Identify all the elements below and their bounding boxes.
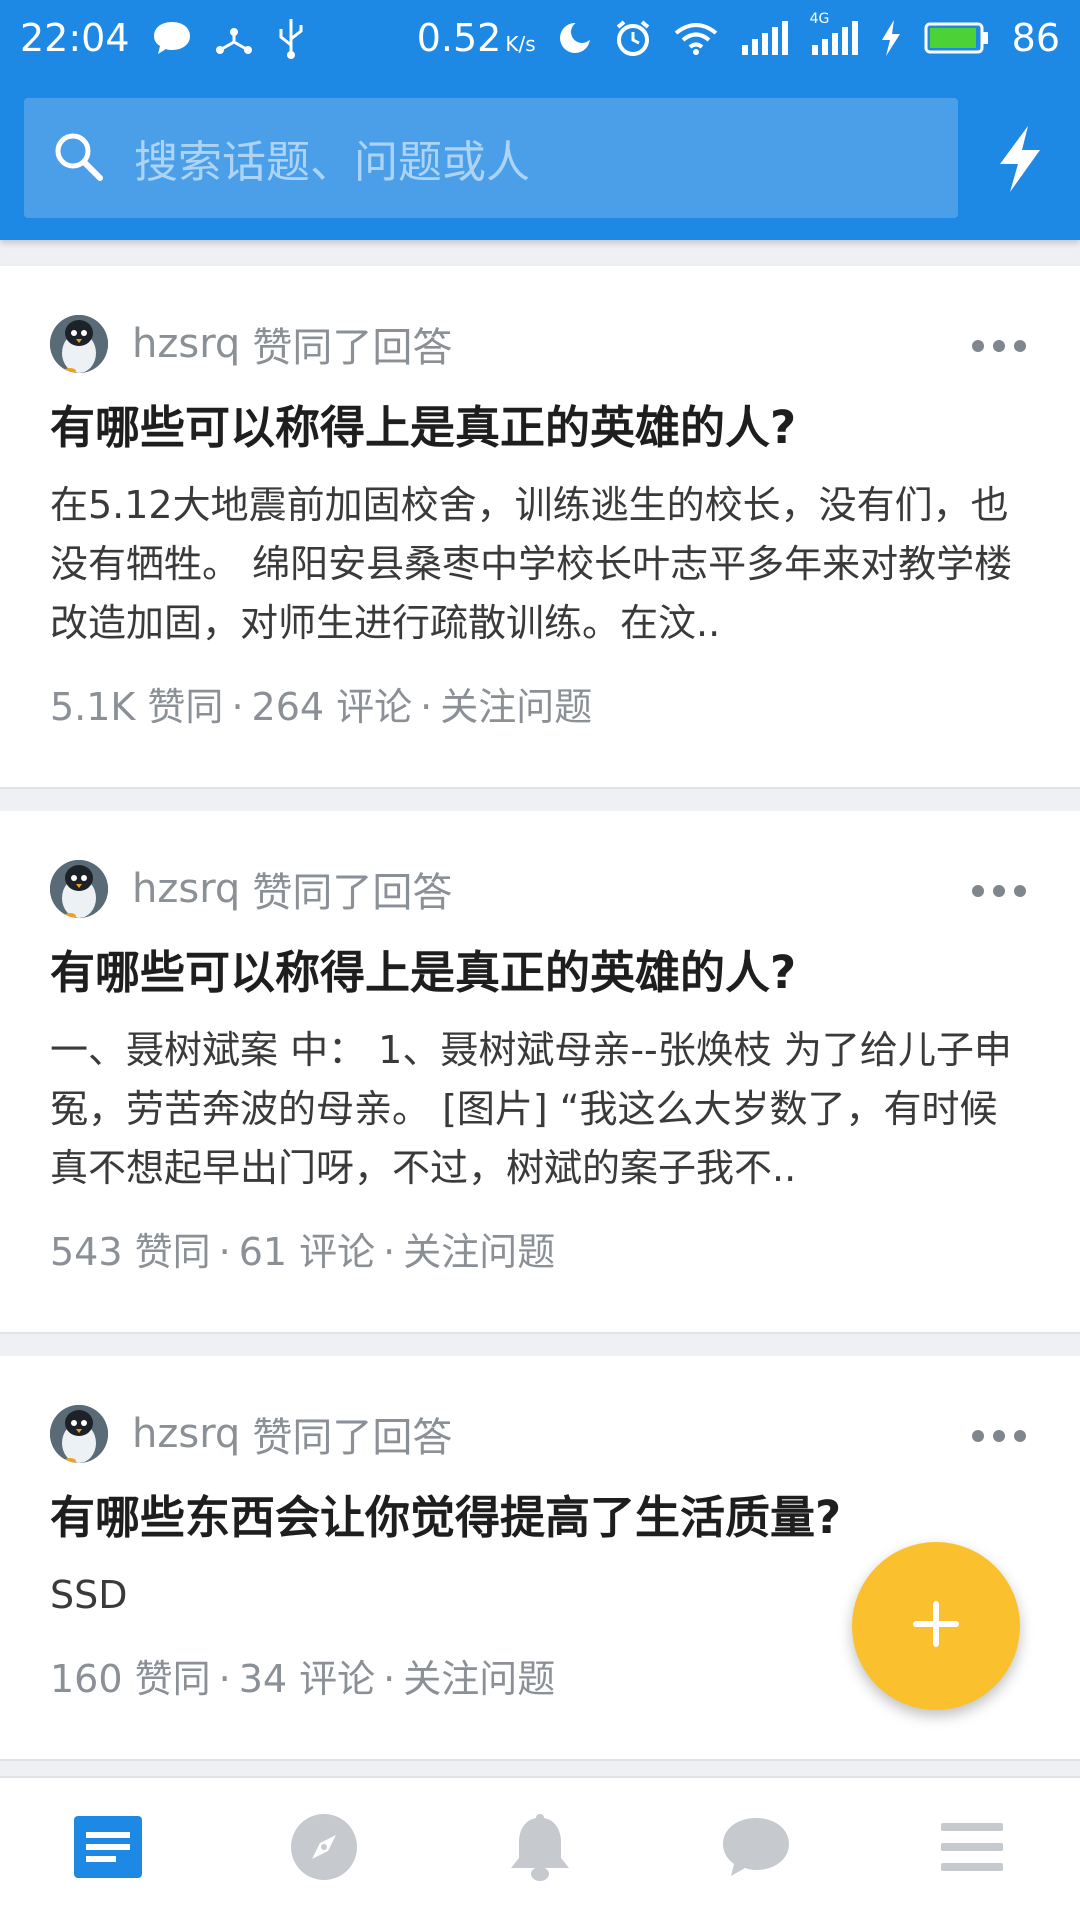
status-time: 22:04 — [20, 16, 130, 60]
usb-icon — [276, 17, 306, 59]
feed-card[interactable]: hzsrq 赞同了回答 有哪些可以称得上是真正的英雄的人? 在5.12大地震前加… — [0, 266, 1080, 789]
bell-icon — [509, 1812, 571, 1886]
signal-4g-icon: 4G — [810, 11, 858, 55]
tab-more[interactable] — [912, 1789, 1032, 1909]
tab-explore[interactable] — [264, 1789, 384, 1909]
search-icon — [52, 130, 104, 186]
card-meta: hzsrq 赞同了回答 — [50, 1404, 1030, 1464]
compass-icon — [290, 1813, 358, 1885]
like-count: 543 赞同 — [50, 1230, 211, 1274]
follow-question-link[interactable]: 关注问题 — [403, 1657, 555, 1701]
separator: · — [231, 685, 244, 729]
separator: · — [383, 1230, 396, 1274]
battery-level: 86 — [1011, 16, 1060, 60]
more-options-button[interactable] — [972, 334, 1026, 358]
chat-notification-icon — [152, 20, 192, 56]
more-dot-icon — [972, 340, 984, 352]
search-input[interactable]: 搜索话题、问题或人 — [24, 98, 958, 218]
comment-count[interactable]: 61 评论 — [239, 1230, 375, 1274]
charging-icon — [880, 20, 902, 56]
feed-card[interactable]: hzsrq 赞同了回答 有哪些可以称得上是真正的英雄的人? 一、聂树斌案 中： … — [0, 811, 1080, 1334]
net-type-label: 4G — [809, 11, 830, 27]
username[interactable]: hzsrq — [132, 866, 240, 912]
separator: · — [420, 685, 433, 729]
alarm-icon — [614, 19, 652, 57]
net-speed: 0.52 K/s — [416, 16, 536, 60]
card-meta: hzsrq 赞同了回答 — [50, 859, 1030, 919]
activity-label: 赞同了回答 — [252, 1415, 453, 1461]
avatar[interactable] — [50, 860, 108, 918]
lightning-button[interactable] — [988, 124, 1052, 198]
search-placeholder: 搜索话题、问题或人 — [134, 137, 530, 188]
battery-icon — [924, 22, 990, 54]
bottom-nav — [0, 1776, 1080, 1920]
activity-label: 赞同了回答 — [252, 325, 453, 371]
username[interactable]: hzsrq — [132, 1411, 240, 1457]
tab-feed[interactable] — [48, 1789, 168, 1909]
like-count: 160 赞同 — [50, 1657, 211, 1701]
separator: · — [218, 1657, 231, 1701]
activity-label: 赞同了回答 — [252, 870, 453, 916]
status-right: 0.52 K/s 4G 86 — [416, 11, 1060, 60]
more-dot-icon — [993, 1430, 1005, 1442]
avatar[interactable] — [50, 315, 108, 373]
more-dot-icon — [1014, 1430, 1026, 1442]
separator: · — [218, 1230, 231, 1274]
more-dot-icon — [1014, 340, 1026, 352]
add-button[interactable] — [852, 1542, 1020, 1710]
tab-notifications[interactable] — [480, 1789, 600, 1909]
status-bar: 22:04 0.52 K/s 4G 86 — [0, 0, 1080, 76]
more-dot-icon — [1014, 885, 1026, 897]
feed-icon — [74, 1816, 142, 1882]
card-stats: 543 赞同 · 61 评论 · 关注问题 — [50, 1222, 1030, 1282]
menu-icon — [941, 1821, 1003, 1877]
username[interactable]: hzsrq — [132, 321, 240, 367]
comment-count[interactable]: 34 评论 — [239, 1657, 375, 1701]
chat-icon — [721, 1816, 791, 1882]
more-dot-icon — [972, 885, 984, 897]
question-title[interactable]: 有哪些可以称得上是真正的英雄的人? — [50, 945, 1030, 1001]
more-options-button[interactable] — [972, 879, 1026, 903]
question-title[interactable]: 有哪些可以称得上是真正的英雄的人? — [50, 400, 1030, 456]
status-left: 22:04 — [20, 16, 306, 60]
plus-icon — [912, 1600, 960, 1652]
answer-excerpt[interactable]: 一、聂树斌案 中： 1、聂树斌母亲--张焕枝 为了给儿子申冤，劳苦奔波的母亲。 … — [50, 1021, 1030, 1198]
follow-question-link[interactable]: 关注问题 — [440, 685, 592, 729]
top-bar: 22:04 0.52 K/s 4G 86 搜索话题、问题或人 — [0, 0, 1080, 240]
more-options-button[interactable] — [972, 1424, 1026, 1448]
card-stats: 5.1K 赞同 · 264 评论 · 关注问题 — [50, 677, 1030, 737]
moon-icon — [558, 21, 592, 55]
more-dot-icon — [972, 1430, 984, 1442]
wifi-icon — [674, 21, 718, 55]
answer-excerpt[interactable]: 在5.12大地震前加固校舍，训练逃生的校长，没有们，也没有牺牲。 绵阳安县桑枣中… — [50, 476, 1030, 653]
more-dot-icon — [993, 340, 1005, 352]
avatar[interactable] — [50, 1405, 108, 1463]
separator: · — [383, 1657, 396, 1701]
card-meta: hzsrq 赞同了回答 — [50, 314, 1030, 374]
more-dot-icon — [993, 885, 1005, 897]
signal-icon — [740, 21, 788, 55]
share-icon — [214, 18, 254, 58]
like-count: 5.1K 赞同 — [50, 685, 224, 729]
question-title[interactable]: 有哪些东西会让你觉得提高了生活质量? — [50, 1490, 1030, 1546]
tab-messages[interactable] — [696, 1789, 816, 1909]
follow-question-link[interactable]: 关注问题 — [403, 1230, 555, 1274]
net-speed-unit: K/s — [505, 32, 536, 56]
lightning-icon — [996, 126, 1044, 196]
comment-count[interactable]: 264 评论 — [252, 685, 413, 729]
